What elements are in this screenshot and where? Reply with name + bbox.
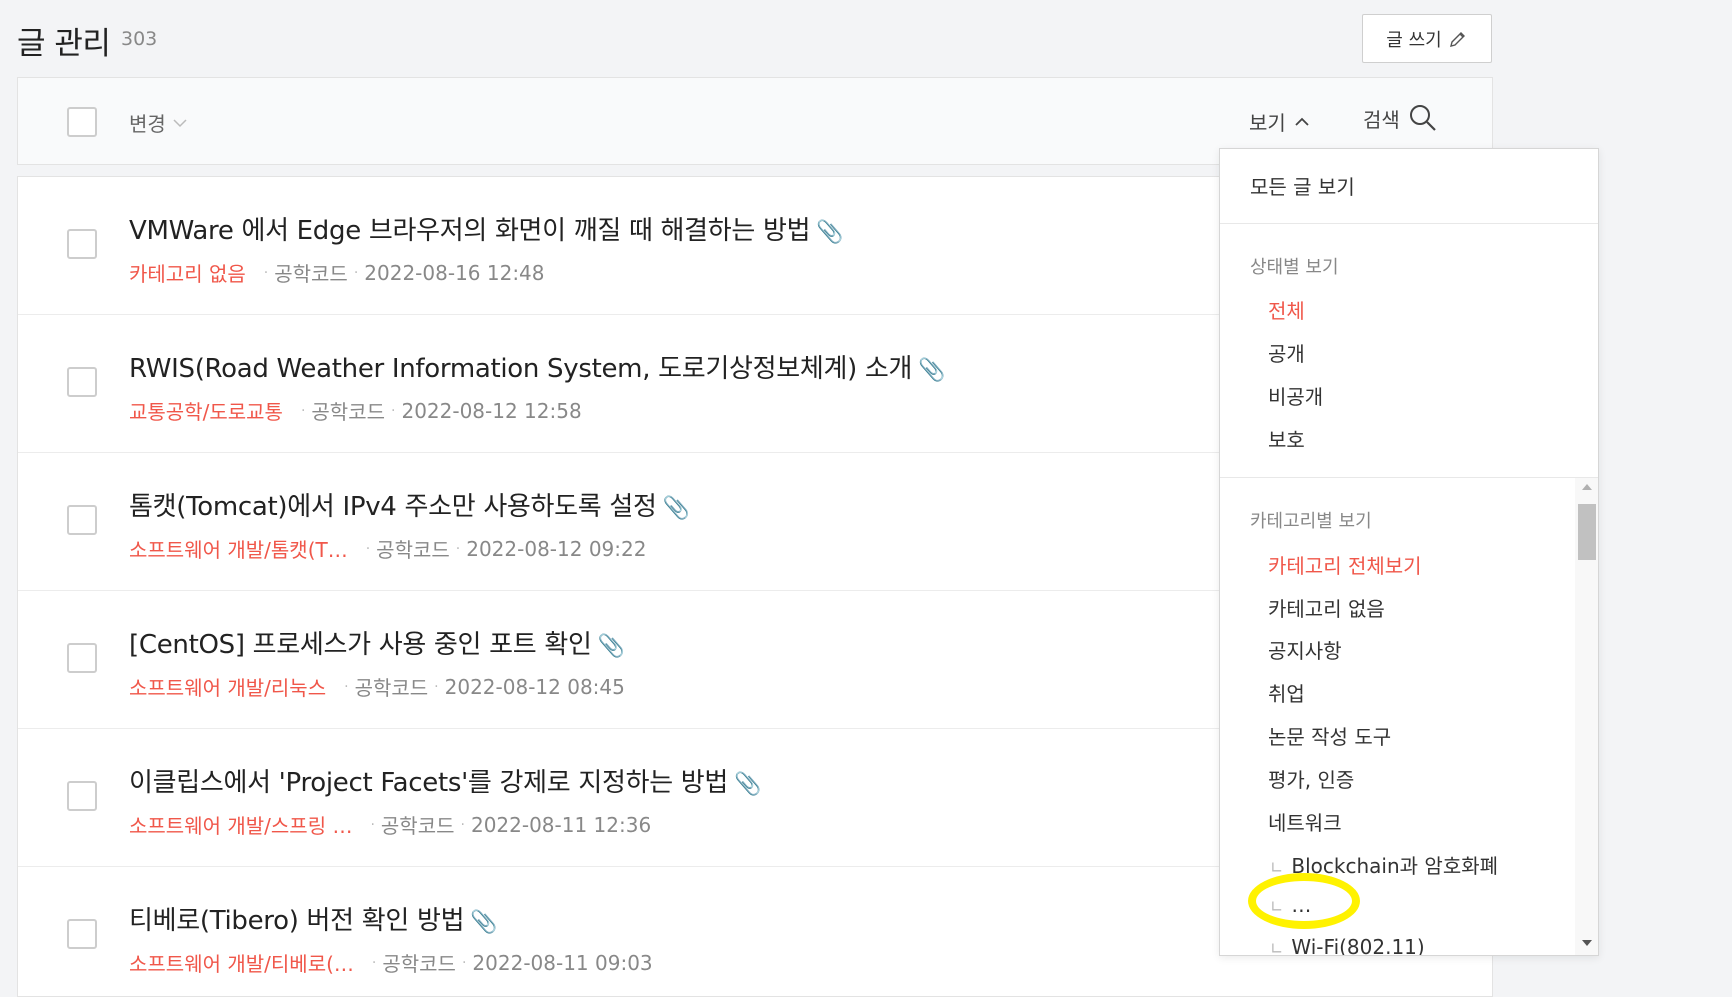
post-checkbox[interactable] [67,919,97,949]
separator: · [300,402,306,419]
post-checkbox[interactable] [67,781,97,811]
search-label: 검색 [1363,107,1400,132]
category-option[interactable]: 논문 작성 도구 [1268,721,1391,750]
page-header: 글 관리 303 글 쓰기 [17,14,1493,64]
separator: · [344,678,349,695]
select-all-checkbox[interactable] [67,107,97,137]
post-meta: 소프트웨어 개발/스프링 … · 공학코드 · 2022-08-11 12:36 [129,810,651,839]
separator: · [434,678,439,695]
status-option-private[interactable]: 비공개 [1268,381,1323,410]
corner-icon: ∟ [1270,858,1284,877]
attachment-icon: 📎 [597,634,625,659]
post-author: 공학코드 [354,676,429,700]
separator: · [370,816,375,833]
post-date: 2022-08-11 12:36 [470,812,652,837]
attachment-icon: 📎 [470,910,498,935]
category-option[interactable]: 카테고리 없음 [1268,593,1385,622]
separator: · [391,402,396,419]
post-category[interactable]: 교통공학/도로교통 [129,396,283,425]
separator: · [460,816,465,833]
category-option[interactable]: 공지사항 [1268,635,1342,664]
post-category[interactable]: 소프트웨어 개발/톰캣(T… [129,534,348,563]
post-count: 303 [121,28,158,50]
separator: · [263,264,269,281]
scroll-down-icon[interactable] [1582,940,1592,946]
status-heading: 상태별 보기 [1250,257,1339,278]
chevron-up-icon [1295,117,1309,126]
post-checkbox[interactable] [67,367,97,397]
search-button[interactable]: 검색 [1363,103,1438,133]
chevron-down-icon [173,118,187,127]
category-heading: 카테고리별 보기 [1250,511,1372,532]
search-icon [1409,105,1436,131]
post-title[interactable]: 톰캣(Tomcat)에서 IPv4 주소만 사용하도록 설정 📎 [129,486,690,523]
divider [1220,477,1598,478]
category-option[interactable]: 취업 [1268,678,1305,707]
change-button[interactable]: 변경 [129,108,188,137]
post-date: 2022-08-12 08:45 [444,674,625,699]
post-author: 공학코드 [376,538,450,562]
post-meta: 소프트웨어 개발/리눅스 · 공학코드 · 2022-08-12 08:45 [129,672,625,701]
attachment-icon: 📎 [816,220,844,245]
separator: · [353,264,359,281]
post-meta: 소프트웨어 개발/티베로(… · 공학코드 · 2022-08-11 09:03 [129,948,653,977]
post-meta: 카테고리 없음 · 공학코드 · 2022-08-16 12:48 [129,258,545,287]
scroll-thumb[interactable] [1578,504,1596,560]
post-author: 공학코드 [380,814,455,838]
post-checkbox[interactable] [67,643,97,673]
view-dropdown: 모든 글 보기 상태별 보기 전체 공개 비공개 보호 카테고리별 보기 카테고… [1219,148,1599,956]
post-author: 공학코드 [311,400,386,424]
status-option-all[interactable]: 전체 [1268,295,1305,324]
attachment-icon: 📎 [734,772,762,797]
post-title[interactable]: 이클립스에서 'Project Facets'를 강제로 지정하는 방법 📎 [129,762,761,799]
all-posts-option[interactable]: 모든 글 보기 [1250,171,1355,200]
post-category[interactable]: 소프트웨어 개발/티베로(… [129,948,354,977]
category-option-all[interactable]: 카테고리 전체보기 [1268,550,1422,579]
corner-icon: ∟ [1270,939,1284,956]
highlight-circle [1248,873,1360,929]
post-checkbox[interactable] [67,229,97,259]
dropdown-scrollbar[interactable] [1575,478,1598,955]
attachment-icon: 📎 [662,496,690,521]
view-button[interactable]: 보기 [1249,107,1310,136]
post-date: 2022-08-11 09:03 [472,950,653,975]
divider [1220,223,1598,224]
change-label: 변경 [129,112,166,136]
post-category[interactable]: 카테고리 없음 [129,258,246,287]
post-date: 2022-08-12 09:22 [466,536,647,561]
post-author: 공학코드 [274,262,348,286]
page-title: 글 관리 [17,26,111,62]
post-title[interactable]: [CentOS] 프로세스가 사용 중인 포트 확인 📎 [129,624,625,661]
view-label: 보기 [1249,111,1286,135]
write-post-label: 글 쓰기 [1386,29,1442,51]
separator: · [455,540,461,557]
post-title[interactable]: RWIS(Road Weather Information System, 도로… [129,348,946,385]
post-checkbox[interactable] [67,505,97,535]
status-option-protected[interactable]: 보호 [1268,424,1305,453]
post-date: 2022-08-16 12:48 [364,260,545,285]
write-post-button[interactable]: 글 쓰기 [1362,14,1492,63]
post-title[interactable]: 티베로(Tibero) 버전 확인 방법 📎 [129,900,498,937]
post-category[interactable]: 소프트웨어 개발/스프링 … [129,810,352,839]
post-author: 공학코드 [382,952,456,976]
separator: · [365,540,371,557]
post-category[interactable]: 소프트웨어 개발/리눅스 [129,672,326,701]
category-option[interactable]: 네트워크 [1268,807,1342,836]
status-option-public[interactable]: 공개 [1268,338,1305,367]
attachment-icon: 📎 [918,358,946,383]
post-meta: 교통공학/도로교통 · 공학코드 · 2022-08-12 12:58 [129,396,582,425]
scroll-up-icon[interactable] [1582,484,1592,490]
post-date: 2022-08-12 12:58 [401,398,582,423]
separator: · [461,954,467,971]
separator: · [371,954,377,971]
pencil-icon [1449,31,1465,47]
post-meta: 소프트웨어 개발/톰캣(T… · 공학코드 · 2022-08-12 09:22 [129,534,646,563]
post-title[interactable]: VMWare 에서 Edge 브라우저의 화면이 깨질 때 해결하는 방법 📎 [129,210,844,247]
subcategory-option[interactable]: ∟ Wi-Fi(802.11) [1270,935,1425,956]
category-option[interactable]: 평가, 인증 [1268,764,1354,793]
